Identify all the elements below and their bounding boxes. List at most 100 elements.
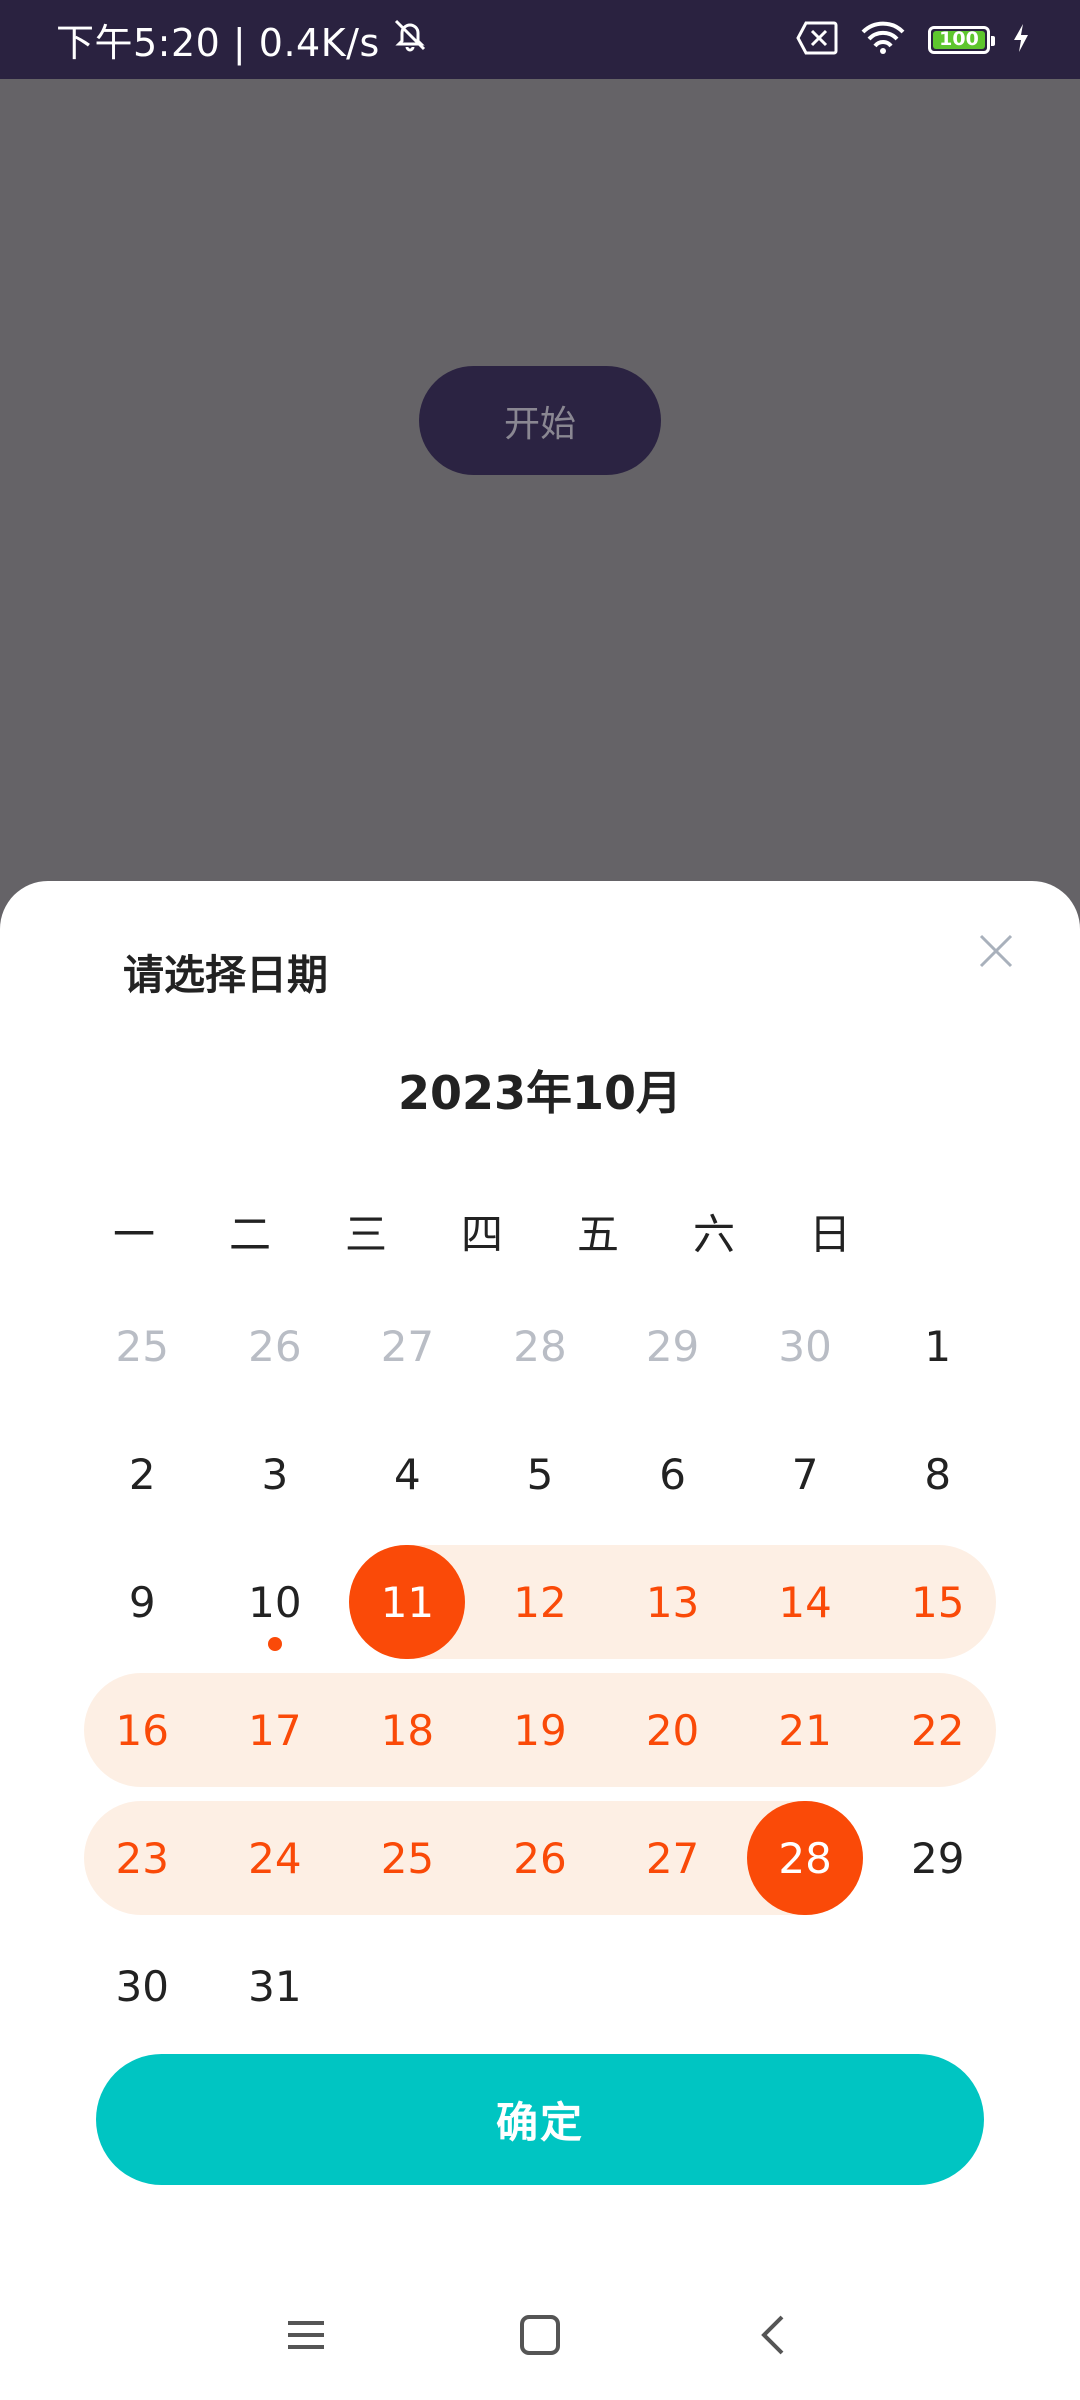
day-cell-previous-month: 26 bbox=[217, 1289, 333, 1403]
day-number: 24 bbox=[248, 1833, 302, 1883]
menu-icon[interactable] bbox=[266, 2280, 346, 2390]
day-cell[interactable]: 10 bbox=[217, 1545, 333, 1659]
day-number: 8 bbox=[924, 1449, 952, 1499]
day-cell-in-range[interactable]: 15 bbox=[880, 1545, 996, 1659]
day-number: 16 bbox=[115, 1705, 169, 1755]
day-cell-in-range[interactable]: 27 bbox=[615, 1801, 731, 1915]
day-number: 14 bbox=[778, 1577, 832, 1627]
day-cell-in-range[interactable]: 16 bbox=[84, 1673, 200, 1787]
sheet-title: 请选择日期 bbox=[123, 951, 328, 999]
day-number: 19 bbox=[513, 1705, 567, 1755]
day-number: 18 bbox=[380, 1705, 435, 1755]
battery-icon: 100 bbox=[928, 25, 995, 54]
day-cell-in-range[interactable]: 13 bbox=[615, 1545, 731, 1659]
day-number: 30 bbox=[115, 1961, 169, 2011]
day-cell[interactable]: 8 bbox=[880, 1417, 996, 1531]
day-cell-previous-month: 30 bbox=[747, 1289, 863, 1403]
day-cell-in-range[interactable]: 19 bbox=[482, 1673, 598, 1787]
day-number: 29 bbox=[910, 1833, 965, 1883]
day-number: 13 bbox=[645, 1577, 700, 1627]
day-number: 25 bbox=[380, 1833, 435, 1883]
day-cell[interactable]: 4 bbox=[349, 1417, 465, 1531]
day-cell[interactable]: 9 bbox=[84, 1545, 200, 1659]
day-cell-in-range[interactable]: 21 bbox=[747, 1673, 863, 1787]
day-cell-in-range[interactable]: 18 bbox=[349, 1673, 465, 1787]
day-cell-in-range[interactable]: 12 bbox=[482, 1545, 598, 1659]
today-dot bbox=[267, 1637, 282, 1651]
sim-error-icon bbox=[796, 21, 838, 59]
weekday-label: 六 bbox=[692, 1210, 735, 1259]
weekday-label: 四 bbox=[460, 1210, 503, 1259]
start-button[interactable]: 开始 bbox=[419, 366, 661, 475]
day-number: 11 bbox=[380, 1577, 435, 1627]
day-number: 6 bbox=[659, 1449, 686, 1499]
close-icon[interactable] bbox=[968, 923, 1024, 979]
day-cell-in-range[interactable]: 17 bbox=[217, 1673, 333, 1787]
day-number: 15 bbox=[910, 1577, 965, 1627]
weekday-header: 一 二 三 四 五 六 日 bbox=[76, 1201, 1004, 1262]
day-number: 3 bbox=[261, 1449, 289, 1499]
status-time-speed: 下午5:20 | 0.4K/s bbox=[56, 21, 380, 65]
day-cell[interactable]: 2 bbox=[84, 1417, 200, 1531]
status-left: 下午5:20 | 0.4K/s bbox=[56, 0, 430, 79]
day-number: 31 bbox=[248, 1961, 302, 2011]
mute-icon bbox=[390, 15, 430, 64]
home-icon[interactable] bbox=[500, 2280, 580, 2390]
day-number: 23 bbox=[115, 1833, 169, 1883]
day-cell[interactable]: 1 bbox=[880, 1289, 996, 1403]
day-cell-previous-month: 29 bbox=[615, 1289, 731, 1403]
day-number: 2 bbox=[128, 1449, 156, 1499]
day-cell-in-range[interactable]: 22 bbox=[880, 1673, 996, 1787]
day-number: 10 bbox=[248, 1577, 302, 1627]
day-cell[interactable]: 30 bbox=[84, 1929, 200, 2043]
day-cell-in-range[interactable]: 26 bbox=[482, 1801, 598, 1915]
weekday-label: 五 bbox=[576, 1210, 619, 1259]
day-cell-in-range[interactable]: 20 bbox=[615, 1673, 731, 1787]
day-cell-previous-month: 28 bbox=[482, 1289, 598, 1403]
status-bar: 下午5:20 | 0.4K/s 100 bbox=[0, 0, 1080, 79]
weekday-label: 二 bbox=[228, 1210, 271, 1259]
day-number: 20 bbox=[645, 1705, 700, 1755]
day-cell-selected[interactable]: 11 bbox=[349, 1545, 466, 1659]
wifi-icon bbox=[860, 20, 906, 60]
navigation-bar bbox=[0, 2280, 1080, 2390]
day-number: 27 bbox=[645, 1833, 700, 1883]
day-cell-in-range[interactable]: 14 bbox=[747, 1545, 863, 1659]
charging-icon bbox=[1012, 23, 1030, 57]
day-cell[interactable]: 5 bbox=[482, 1417, 598, 1531]
day-number: 26 bbox=[513, 1833, 567, 1883]
day-number: 25 bbox=[115, 1321, 169, 1371]
back-icon[interactable] bbox=[733, 2280, 813, 2390]
day-cell-in-range[interactable]: 23 bbox=[84, 1801, 200, 1915]
day-cell-in-range[interactable]: 25 bbox=[349, 1801, 465, 1915]
day-cell-selected[interactable]: 28 bbox=[747, 1801, 864, 1915]
day-number: 27 bbox=[380, 1321, 435, 1371]
weekday-label: 日 bbox=[808, 1210, 851, 1259]
weekday-label: 一 bbox=[112, 1210, 155, 1259]
day-number: 17 bbox=[248, 1705, 302, 1755]
day-cell[interactable]: 29 bbox=[880, 1801, 996, 1915]
day-number: 1 bbox=[924, 1321, 952, 1371]
battery-level: 100 bbox=[939, 28, 979, 50]
status-right: 100 bbox=[796, 0, 1030, 79]
day-number: 7 bbox=[791, 1449, 819, 1499]
calendar-grid: 25 26 27 28 29 30 1 2 3 4 5 6 7 8 9 10 11 12 13 14 15 16 17 18 1… bbox=[76, 1282, 1004, 2011]
day-number: 29 bbox=[645, 1321, 700, 1371]
date-picker-sheet: 请选择日期 2023年10月 一 二 三 四 五 六 日 25 26 27 28 29 3… bbox=[0, 881, 1080, 2400]
day-number: 9 bbox=[128, 1577, 156, 1627]
day-cell-previous-month: 27 bbox=[349, 1289, 465, 1403]
day-cell[interactable]: 7 bbox=[747, 1417, 863, 1531]
day-number: 4 bbox=[394, 1449, 421, 1499]
day-number: 22 bbox=[910, 1705, 965, 1755]
day-number: 5 bbox=[526, 1449, 554, 1499]
day-cell[interactable]: 6 bbox=[615, 1417, 731, 1531]
day-cell[interactable]: 3 bbox=[217, 1417, 333, 1531]
day-number: 26 bbox=[248, 1321, 302, 1371]
day-cell-in-range[interactable]: 24 bbox=[217, 1801, 333, 1915]
day-cell[interactable]: 31 bbox=[217, 1929, 333, 2043]
weekday-label: 三 bbox=[344, 1210, 387, 1259]
day-number: 28 bbox=[778, 1833, 832, 1883]
confirm-button[interactable]: 确定 bbox=[96, 2054, 984, 2185]
month-label: 2023年10月 bbox=[397, 1066, 683, 1120]
day-number: 21 bbox=[778, 1705, 832, 1755]
